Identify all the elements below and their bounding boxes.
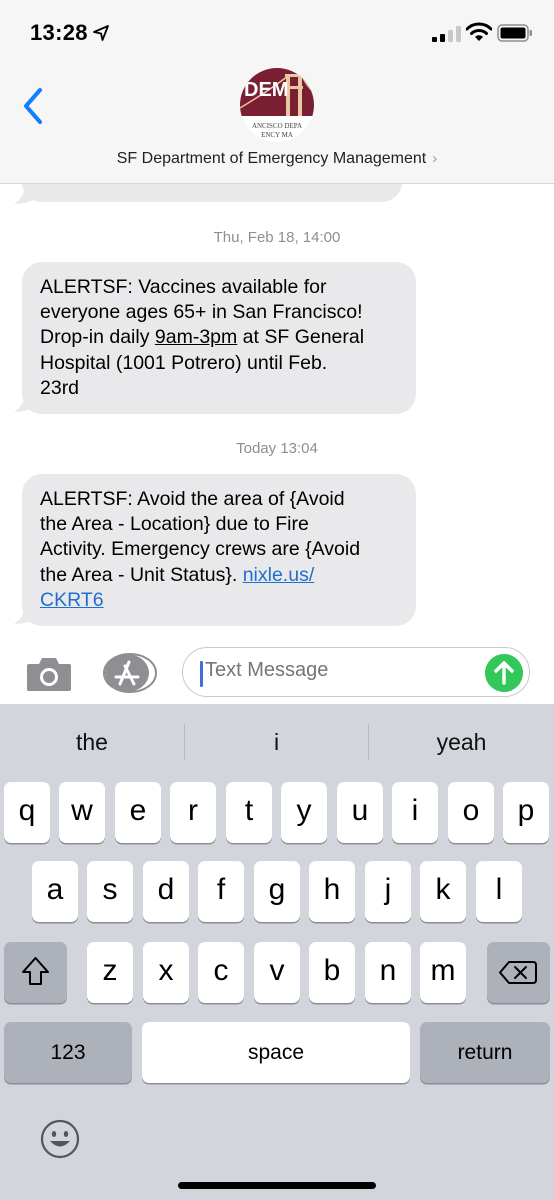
compose-bar [0,640,554,704]
suggestion-item[interactable]: the [0,704,184,780]
key-o[interactable]: o [448,782,494,843]
message-line: the Area - Location} due to Fire [40,513,309,536]
bubble-tail [14,392,36,412]
message-line: 23rd [40,376,80,399]
key-y[interactable]: y [281,782,327,843]
numbers-key[interactable]: 123 [4,1022,132,1083]
key-b[interactable]: b [309,942,355,1003]
message-line: Hospital (1001 Potrero) until Feb. [40,351,328,374]
message-bubble[interactable]: ALERTSF: Avoid the area of {Avoid the Ar… [22,474,416,627]
delete-icon [499,961,537,984]
key-c[interactable]: c [198,942,244,1003]
key-t[interactable]: t [226,782,272,843]
key-q[interactable]: q [4,782,50,843]
chevron-left-icon[interactable] [20,86,48,126]
message-line: the Area - Unit Status}. nixle.us/ [40,563,315,586]
message-input[interactable] [205,659,475,682]
shift-key[interactable] [4,942,67,1003]
key-n[interactable]: n [365,942,411,1003]
contact-name-button[interactable]: SF Department of Emergency Management › [0,150,554,168]
return-key[interactable]: return [420,1022,550,1083]
key-j[interactable]: j [365,861,411,922]
key-s[interactable]: s [87,861,133,922]
app-store-icon[interactable] [102,652,158,694]
avatar-subtext-2: ENCY MA [261,131,293,139]
keyboard: the i yeah q w e r t y u i o p a s d f g… [0,704,554,1200]
key-h[interactable]: h [309,861,355,922]
key-z[interactable]: z [87,942,133,1003]
conversation-header: DEM ANCISCO DEPA ENCY MA SF Department o… [0,64,554,184]
suggestion-item[interactable]: yeah [369,704,554,780]
key-r[interactable]: r [170,782,216,843]
key-m[interactable]: m [420,942,466,1003]
cellular-signal-icon [432,26,461,42]
location-arrow-icon [93,25,109,41]
time-detector-link[interactable]: 9am-3pm [155,326,237,348]
message-line: Activity. Emergency crews are {Avoid [40,538,361,561]
bubble-tail [14,604,36,624]
message-link[interactable]: nixle.us/ [243,564,315,586]
key-k[interactable]: k [420,861,466,922]
battery-icon [497,24,532,42]
message-line: ALERTSF: Vaccines available for [40,276,327,298]
key-x[interactable]: x [143,942,189,1003]
key-i[interactable]: i [392,782,438,843]
contact-avatar[interactable]: DEM ANCISCO DEPA ENCY MA [240,68,314,142]
key-g[interactable]: g [254,861,300,922]
emoji-icon[interactable] [39,1118,81,1160]
key-p[interactable]: p [503,782,549,843]
message-text-field[interactable] [182,647,530,697]
timestamp: Today 13:04 [236,440,318,457]
key-e[interactable]: e [115,782,161,843]
suggestion-bar: the i yeah [0,704,554,780]
contact-name: SF Department of Emergency Management [116,150,427,167]
message-list[interactable]: Thu, Feb 18, 14:00 ALERTSF: Vaccines ava… [0,184,554,640]
home-indicator [178,1182,376,1189]
key-f[interactable]: f [198,861,244,922]
key-l[interactable]: l [476,861,522,922]
key-u[interactable]: u [337,782,383,843]
suggestion-item[interactable]: i [185,704,368,780]
key-d[interactable]: d [143,861,189,922]
timestamp: Thu, Feb 18, 14:00 [213,229,341,246]
status-bar: 13:28 [0,0,554,64]
status-time: 13:28 [30,20,88,45]
bubble-tail [14,184,36,204]
message-line: CKRT6 [40,588,398,613]
key-v[interactable]: v [254,942,300,1003]
avatar-subtext-1: ANCISCO DEPA [252,122,302,130]
key-w[interactable]: w [59,782,105,843]
shift-icon [22,957,49,985]
message-line: Drop-in daily 9am-3pm at SF General [40,326,365,349]
message-line: everyone ages 65+ in San Francisco! [40,301,363,324]
message-bubble[interactable]: ALERTSF: Vaccines available for everyone… [22,262,416,415]
wifi-icon [466,22,492,41]
avatar-text: DEM [244,79,288,101]
delete-key[interactable] [487,942,550,1003]
chevron-right-icon: › [432,150,438,167]
message-bubble-previous[interactable] [22,184,402,202]
text-cursor [200,661,203,687]
key-a[interactable]: a [32,861,78,922]
camera-icon[interactable] [26,656,72,692]
message-line: ALERTSF: Avoid the area of {Avoid [40,488,345,510]
send-arrow-icon[interactable] [485,654,523,692]
message-link[interactable]: CKRT6 [40,589,104,611]
space-key[interactable]: space [142,1022,410,1083]
